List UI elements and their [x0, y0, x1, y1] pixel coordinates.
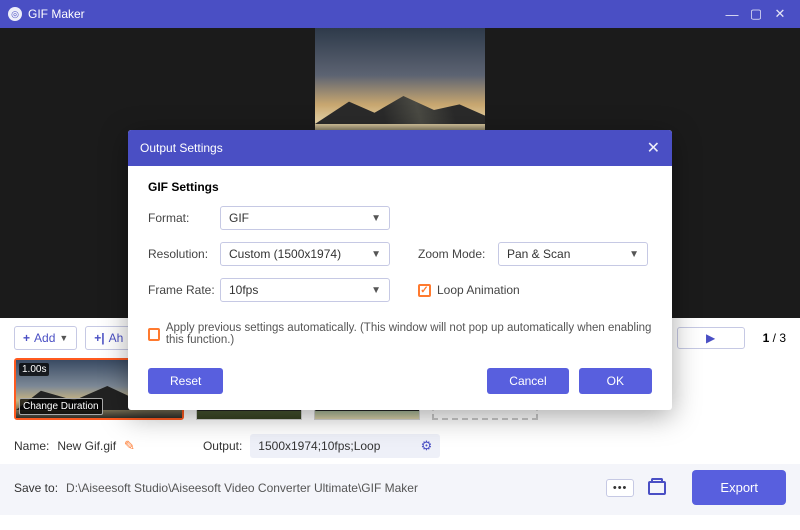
minimize-button[interactable]: — [720, 7, 744, 22]
open-folder-icon[interactable] [648, 481, 666, 495]
apply-previous-checkbox[interactable] [148, 328, 160, 341]
app-title: GIF Maker [28, 7, 720, 21]
apply-previous-note: Apply previous settings automatically. (… [166, 322, 652, 346]
loop-animation-checkbox[interactable]: ✓ [418, 284, 431, 297]
add-label: Add [34, 331, 55, 345]
app-logo-icon: ◎ [8, 7, 22, 21]
resolution-value: Custom (1500x1974) [229, 247, 341, 261]
ahead-button[interactable]: +| Ah [85, 326, 132, 350]
close-button[interactable]: ✕ [768, 6, 792, 22]
add-button[interactable]: + Add ▼ [14, 326, 77, 350]
caret-down-icon: ▼ [371, 285, 381, 296]
frame-rate-select[interactable]: 10fps ▼ [220, 278, 390, 302]
output-value-text: 1500x1974;10fps;Loop [258, 439, 380, 453]
browse-button[interactable]: ••• [606, 479, 635, 497]
page-current: 1 [763, 331, 770, 345]
ok-button[interactable]: OK [579, 368, 652, 394]
fps-value: 10fps [229, 283, 258, 297]
caret-down-icon: ▼ [371, 249, 381, 260]
page-total: 3 [779, 331, 786, 345]
maximize-button[interactable]: ▢ [744, 6, 768, 22]
zoom-value: Pan & Scan [507, 247, 570, 261]
dialog-close-icon[interactable]: ✕ [647, 138, 660, 158]
name-value: New Gif.gif [57, 439, 116, 453]
title-bar: ◎ GIF Maker — ▢ ✕ [0, 0, 800, 28]
output-value-box[interactable]: 1500x1974;10fps;Loop ⚙ [250, 434, 440, 458]
ahead-label: Ah [109, 331, 124, 345]
loop-animation-label: Loop Animation [437, 283, 520, 297]
export-button[interactable]: Export [692, 470, 786, 505]
resolution-select[interactable]: Custom (1500x1974) ▼ [220, 242, 390, 266]
play-icon: ▶ [706, 331, 715, 345]
preview-image [315, 28, 485, 146]
caret-down-icon: ▼ [371, 213, 381, 224]
frame-rate-label: Frame Rate: [148, 283, 220, 297]
page-indicator: 1 / 3 [763, 331, 786, 345]
output-label: Output: [203, 439, 242, 453]
output-settings-dialog: Output Settings ✕ GIF Settings Format: G… [128, 130, 672, 410]
name-label: Name: [14, 439, 49, 453]
duration-badge: 1.00s [19, 363, 49, 376]
cancel-button[interactable]: Cancel [487, 368, 568, 394]
format-value: GIF [229, 211, 249, 225]
reset-button[interactable]: Reset [148, 368, 223, 394]
dialog-title: Output Settings [140, 141, 647, 155]
save-path: D:\Aiseesoft Studio\Aiseesoft Video Conv… [66, 481, 418, 495]
resolution-label: Resolution: [148, 247, 220, 261]
caret-down-icon: ▼ [59, 333, 68, 343]
edit-name-icon[interactable]: ✎ [124, 438, 135, 454]
section-title: GIF Settings [148, 180, 652, 194]
zoom-mode-label: Zoom Mode: [418, 247, 498, 261]
save-row: Save to: D:\Aiseesoft Studio\Aiseesoft V… [0, 464, 800, 515]
dialog-header: Output Settings ✕ [128, 130, 672, 166]
save-to-label: Save to: [14, 481, 58, 495]
plus-icon: + [23, 331, 30, 345]
change-duration-button[interactable]: Change Duration [19, 398, 103, 415]
play-button[interactable]: ▶ [677, 327, 745, 349]
name-output-row: Name: New Gif.gif ✎ Output: 1500x1974;10… [0, 428, 800, 464]
caret-down-icon: ▼ [629, 249, 639, 260]
gear-icon[interactable]: ⚙ [421, 438, 433, 454]
format-label: Format: [148, 211, 220, 225]
plus-icon: +| [94, 331, 104, 345]
zoom-mode-select[interactable]: Pan & Scan ▼ [498, 242, 648, 266]
format-select[interactable]: GIF ▼ [220, 206, 390, 230]
